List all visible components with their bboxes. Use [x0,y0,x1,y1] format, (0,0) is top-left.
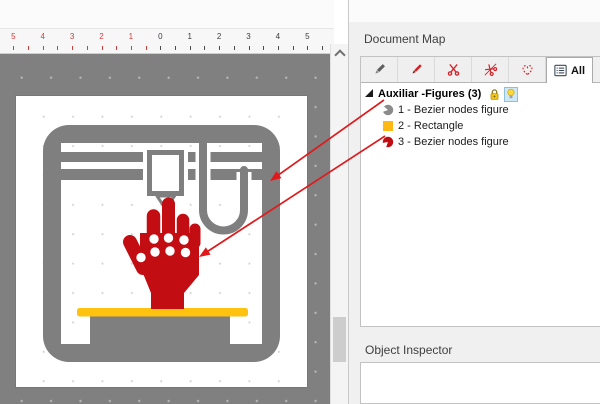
ruler-label: 1 [129,32,133,42]
document-map-panel: All Auxiliar -Figures (3) [360,56,600,327]
printer-illustration [43,125,280,362]
document-page[interactable] [15,95,308,388]
scissors-icon [447,63,460,76]
ruler-label: 3 [246,32,250,42]
ruler-label: 2 [217,32,221,42]
lock-toggle[interactable] [489,88,500,101]
dotted-heart-icon [521,63,534,76]
tab-all[interactable]: All [546,57,593,83]
bulb-icon [506,88,516,100]
expander-icon[interactable] [365,89,373,97]
ruler-label: 3 [70,32,74,42]
pencil-icon [373,63,386,76]
ruler-label: 4 [276,32,280,42]
tree-item-3[interactable]: 3 - Bezier nodes figure [361,134,600,150]
ruler-label: 5 [11,32,15,42]
list-icon [554,64,567,77]
horizontal-ruler: 5 4 3 2 1 0 1 2 3 4 5 [0,29,334,54]
ruler-label: 1 [187,32,191,42]
canvas-pane: 5 4 3 2 1 0 1 2 3 4 5 [0,0,348,404]
tab-trim[interactable] [472,57,509,82]
toolbar-empty-strip [0,0,334,29]
red-pencil-icon [410,63,423,76]
tab-cut[interactable] [435,57,472,82]
dock-pane: Document Map [348,0,600,404]
drawing-canvas[interactable] [0,54,330,404]
tree-item-label: 2 - Rectangle [398,120,463,132]
cut-path-icon [484,63,497,76]
ruler-label: 2 [99,32,103,42]
tab-edit[interactable] [398,57,435,82]
pie-shape-icon [382,104,394,116]
rectangle-figure-print-bed[interactable] [77,308,248,317]
chevron-up-icon [334,49,345,60]
ruler-label: 5 [305,32,309,42]
ruler-label: 0 [158,32,162,42]
tree-item-label: 1 - Bezier nodes figure [398,104,509,116]
lock-icon [489,88,500,101]
tree-root-label: Auxiliar -Figures (3) [378,88,481,100]
figures-tree: Auxiliar -Figures (3) [361,83,600,326]
square-icon [382,120,394,132]
app-window: 5 4 3 2 1 0 1 2 3 4 5 [0,0,600,404]
tab-all-label: All [571,65,585,77]
dock-top-strip [349,0,600,22]
bezier-figure-hand[interactable] [130,204,199,309]
document-map-title: Document Map [349,22,600,56]
pie-shape-icon [382,136,394,148]
object-inspector-title: Object Inspector [349,333,600,362]
document-map-tabbar: All [361,57,600,83]
tree-item-label: 3 - Bezier nodes figure [398,136,509,148]
scrollbar-thumb[interactable] [333,317,346,362]
ruler-label: 4 [40,32,44,42]
object-inspector-panel [360,362,600,404]
tree-item-1[interactable]: 1 - Bezier nodes figure [361,102,600,118]
scroll-up-button[interactable] [332,46,347,61]
tree-root-row[interactable]: Auxiliar -Figures (3) [361,86,600,102]
vertical-scrollbar[interactable] [330,44,349,404]
tab-draw[interactable] [361,57,398,82]
tree-item-2[interactable]: 2 - Rectangle [361,118,600,134]
visibility-toggle[interactable] [504,87,518,102]
tab-favorites[interactable] [509,57,546,82]
